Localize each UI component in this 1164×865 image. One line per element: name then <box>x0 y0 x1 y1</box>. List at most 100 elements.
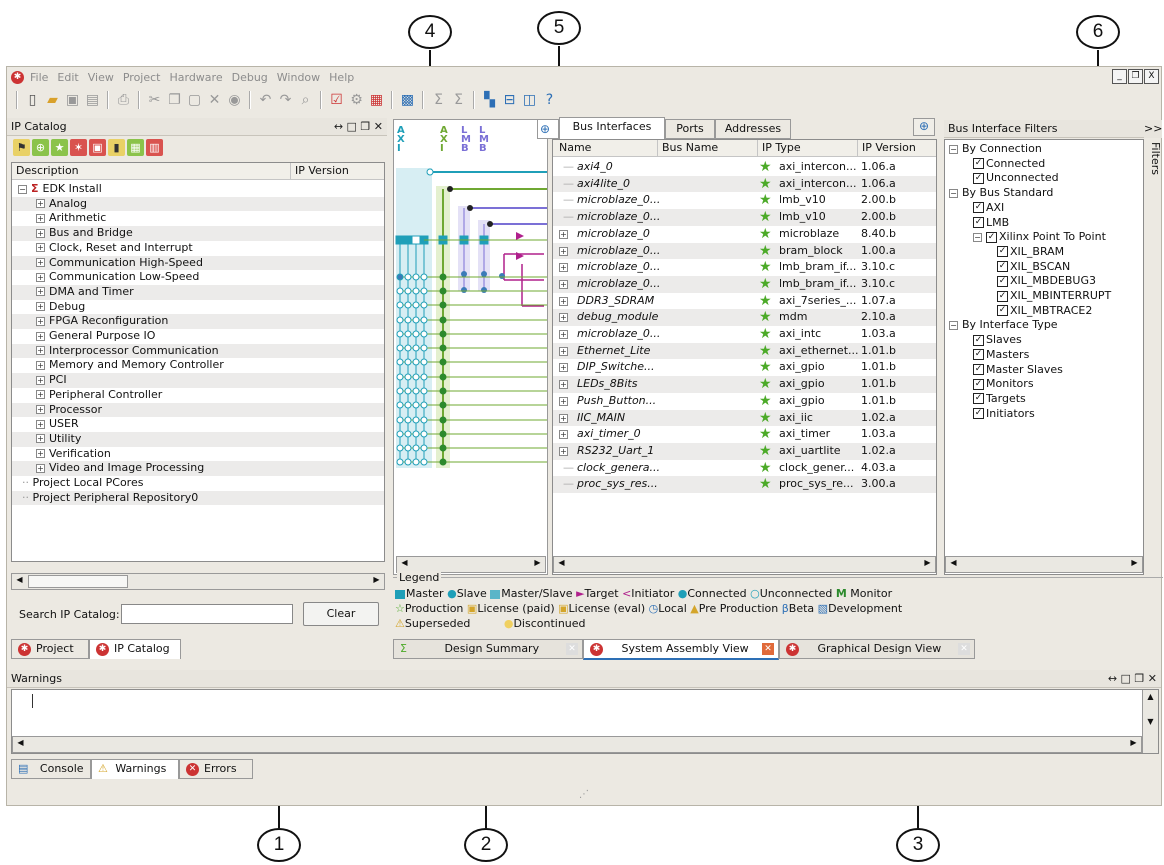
expand-icon[interactable]: + <box>36 199 45 209</box>
tree-item-category[interactable]: + Communication Low-Speed <box>12 270 384 285</box>
filter-item[interactable]: ✓ Connected <box>973 157 1045 172</box>
expand-icon[interactable]: + <box>36 258 45 267</box>
tree-item-category[interactable]: + Clock, Reset and Interrupt <box>12 241 384 256</box>
open-folder-icon[interactable]: ▰ <box>44 92 61 109</box>
filter-item[interactable]: ✓ XIL_BRAM <box>997 245 1064 260</box>
filter-item[interactable]: − By Connection <box>949 142 1042 157</box>
bitstream-icon[interactable]: ▩ <box>399 92 416 109</box>
tree-item-category[interactable]: + Bus and Bridge <box>12 226 384 241</box>
scroll-right-arrow[interactable]: ▶ <box>1128 558 1141 571</box>
filter-checkbox[interactable]: ✓ <box>997 275 1008 287</box>
expand-icon[interactable]: + <box>559 413 568 423</box>
tab-ip-catalog[interactable]: ✱ IP Catalog <box>89 639 181 659</box>
filter-item[interactable]: ✓ Targets <box>973 392 1026 407</box>
menu-project[interactable]: Project <box>123 71 161 84</box>
restore-button[interactable]: ❐ <box>1128 69 1143 84</box>
expand-icon[interactable]: + <box>559 446 568 456</box>
bus-interface-row[interactable]: + microblaze_0... ★ lmb_bram_if... 3.10.c <box>553 275 936 293</box>
collapse-icon[interactable]: − <box>949 144 958 154</box>
tree-item-category[interactable]: + Utility <box>12 431 384 447</box>
bus-interface-row[interactable]: + microblaze_0... ★ axi_intc 1.03.a <box>553 326 936 343</box>
clear-button[interactable]: Clear <box>303 602 379 626</box>
expand-icon[interactable]: + <box>559 346 568 356</box>
bus-interface-row[interactable]: — clock_genera... ★ clock_gener... 4.03.a <box>553 460 936 477</box>
tree-item-category[interactable]: + Processor <box>12 402 384 418</box>
filter-item[interactable]: ✓ AXI <box>973 201 1004 216</box>
bus-interface-row[interactable]: — axi4lite_0 ★ axi_intercon... 1.06.a <box>553 175 936 193</box>
expand-icon[interactable]: + <box>36 213 45 223</box>
bus-interface-row[interactable]: + IIC_MAIN ★ axi_iic 1.02.a <box>553 409 936 427</box>
filter-item[interactable]: ✓ XIL_MBINTERRUPT <box>997 289 1111 304</box>
menu-help[interactable]: Help <box>329 71 354 84</box>
col-bus-name[interactable]: Bus Name <box>657 140 718 156</box>
split-vertical-icon[interactable]: ◫ <box>521 92 538 109</box>
col-ip-version-assembly[interactable]: IP Version <box>857 140 916 156</box>
bus-interface-row[interactable]: + Push_Button... ★ axi_gpio 1.01.b <box>553 393 936 410</box>
new-file-icon[interactable]: ▯ <box>24 92 41 109</box>
minimize-button[interactable]: _ <box>1112 69 1127 84</box>
stop-icon[interactable]: ◉ <box>226 92 243 109</box>
bus-interface-row[interactable]: + LEDs_8Bits ★ axi_gpio 1.01.b <box>553 376 936 393</box>
ip-lock-icon[interactable]: ▮ <box>108 139 125 156</box>
redo-icon[interactable]: ↷ <box>277 92 294 109</box>
scroll-down-arrow[interactable]: ▼ <box>1143 717 1158 726</box>
tab-project[interactable]: ✱ Project <box>11 639 89 659</box>
design-summary-close-icon[interactable]: ✕ <box>566 643 578 655</box>
save-icon[interactable]: ▣ <box>64 92 81 109</box>
filter-item[interactable]: ✓ Master Slaves <box>973 363 1063 378</box>
tree-item-category[interactable]: + USER <box>12 417 384 432</box>
expand-icon[interactable]: + <box>559 380 568 390</box>
filter-item[interactable]: ✓ Slaves <box>973 333 1022 348</box>
sigma-icon[interactable]: Σ <box>430 92 447 109</box>
search-ip-input[interactable] <box>121 604 293 624</box>
tab-addresses[interactable]: Addresses <box>715 119 791 139</box>
tab-warnings[interactable]: ⚠ Warnings <box>91 759 179 779</box>
bus-interface-row[interactable]: — microblaze_0... ★ lmb_v10 2.00.b <box>553 192 936 209</box>
ip-discontinued-icon[interactable]: ✶ <box>70 139 87 156</box>
layout-icon[interactable]: ▚ <box>481 92 498 109</box>
resize-grip-icon[interactable]: ⋰ <box>579 789 589 800</box>
warnings-panel-controls[interactable]: ↔ □ ❐ ✕ <box>1108 670 1157 688</box>
filter-checkbox[interactable]: ✓ <box>973 364 984 375</box>
expand-icon[interactable]: + <box>36 375 45 385</box>
filter-checkbox[interactable]: ✓ <box>973 202 984 214</box>
bus-interface-row[interactable]: + debug_module ★ mdm 2.10.a <box>553 309 936 326</box>
bus-interface-row[interactable]: + RS232_Uart_1 ★ axi_uartlite 1.02.a <box>553 442 936 460</box>
expand-icon[interactable]: + <box>36 449 45 459</box>
menu-window[interactable]: Window <box>277 71 320 84</box>
tree-item-edk-install[interactable]: − Σ EDK Install <box>12 182 384 197</box>
collapse-icon[interactable]: − <box>949 320 958 330</box>
filters-hscrollbar[interactable]: ◀ ▶ <box>945 556 1143 573</box>
filter-checkbox[interactable]: ✓ <box>973 172 984 184</box>
expand-icon[interactable]: + <box>36 346 45 356</box>
bus-col-lmb-1[interactable]: LMB <box>461 126 471 154</box>
bus-interface-row[interactable]: + axi_timer_0 ★ axi_timer 1.03.a <box>553 426 936 443</box>
bus-connectivity-diagram[interactable] <box>394 164 547 564</box>
expand-icon[interactable]: + <box>36 331 45 341</box>
filter-checkbox[interactable]: ✓ <box>986 231 997 243</box>
expand-icon[interactable]: + <box>559 246 568 256</box>
expand-icon[interactable]: + <box>559 313 568 323</box>
filter-checkbox[interactable]: ✓ <box>973 349 984 361</box>
tree-item-category[interactable]: + Peripheral Controller <box>12 388 384 403</box>
tree-item-repository[interactable]: ·· Project Local PCores <box>12 476 384 491</box>
expand-icon[interactable]: + <box>36 287 45 297</box>
expand-icon[interactable]: + <box>36 228 45 238</box>
hardware-settings-icon[interactable]: ⚙ <box>348 92 365 109</box>
filter-checkbox[interactable]: ✓ <box>973 408 984 420</box>
menu-hardware[interactable]: Hardware <box>169 71 222 84</box>
close-button[interactable]: X <box>1144 69 1159 84</box>
expand-icon[interactable]: + <box>559 279 568 289</box>
bus-interface-row[interactable]: + microblaze_0 ★ microblaze 8.40.b <box>553 226 936 243</box>
expand-icon[interactable]: + <box>36 390 45 400</box>
bus-col-axi-1[interactable]: AXI <box>397 126 405 154</box>
expand-icon[interactable]: + <box>559 396 568 406</box>
filter-checkbox[interactable]: ✓ <box>997 246 1008 258</box>
menu-view[interactable]: View <box>88 71 114 84</box>
tree-item-category[interactable]: + Interprocessor Communication <box>12 343 384 359</box>
find-icon[interactable]: ⌕ <box>297 92 314 109</box>
scroll-left-arrow[interactable]: ◀ <box>14 738 27 751</box>
filters-collapse-button[interactable]: >> <box>1144 120 1162 138</box>
tree-item-category[interactable]: + Memory and Memory Controller <box>12 358 384 373</box>
ip-columns-icon[interactable]: ▥ <box>146 139 163 156</box>
